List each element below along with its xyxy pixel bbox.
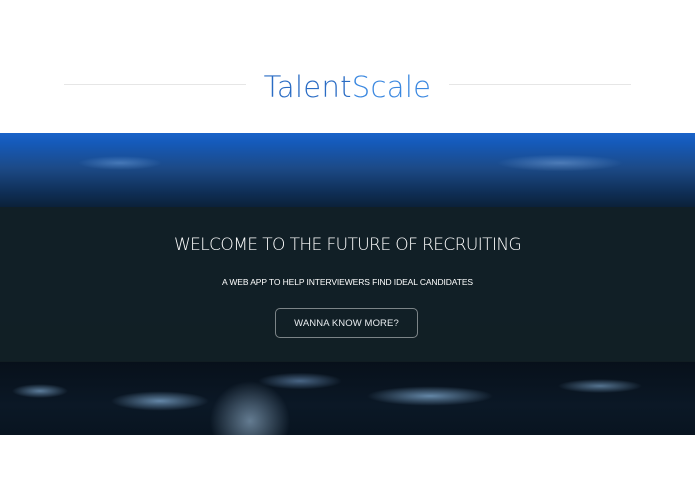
hero-headline: WELCOME TO THE FUTURE OF RECRUITING <box>173 235 522 255</box>
wanna-know-more-button[interactable]: WANNA KNOW MORE? <box>275 308 418 338</box>
hero-section: WELCOME TO THE FUTURE OF RECRUITING A WE… <box>0 133 695 435</box>
site-header: TalentScale <box>0 0 695 133</box>
hero-subheadline: A WEB APP TO HELP INTERVIEWERS FIND IDEA… <box>222 277 473 287</box>
hero-background-city-lights <box>0 361 695 435</box>
brand-logo[interactable]: TalentScale <box>0 70 695 104</box>
brand-logo-part2: Scale <box>351 70 432 104</box>
brand-logo-part1: Talent <box>263 70 352 104</box>
header-divider-right <box>449 84 631 85</box>
